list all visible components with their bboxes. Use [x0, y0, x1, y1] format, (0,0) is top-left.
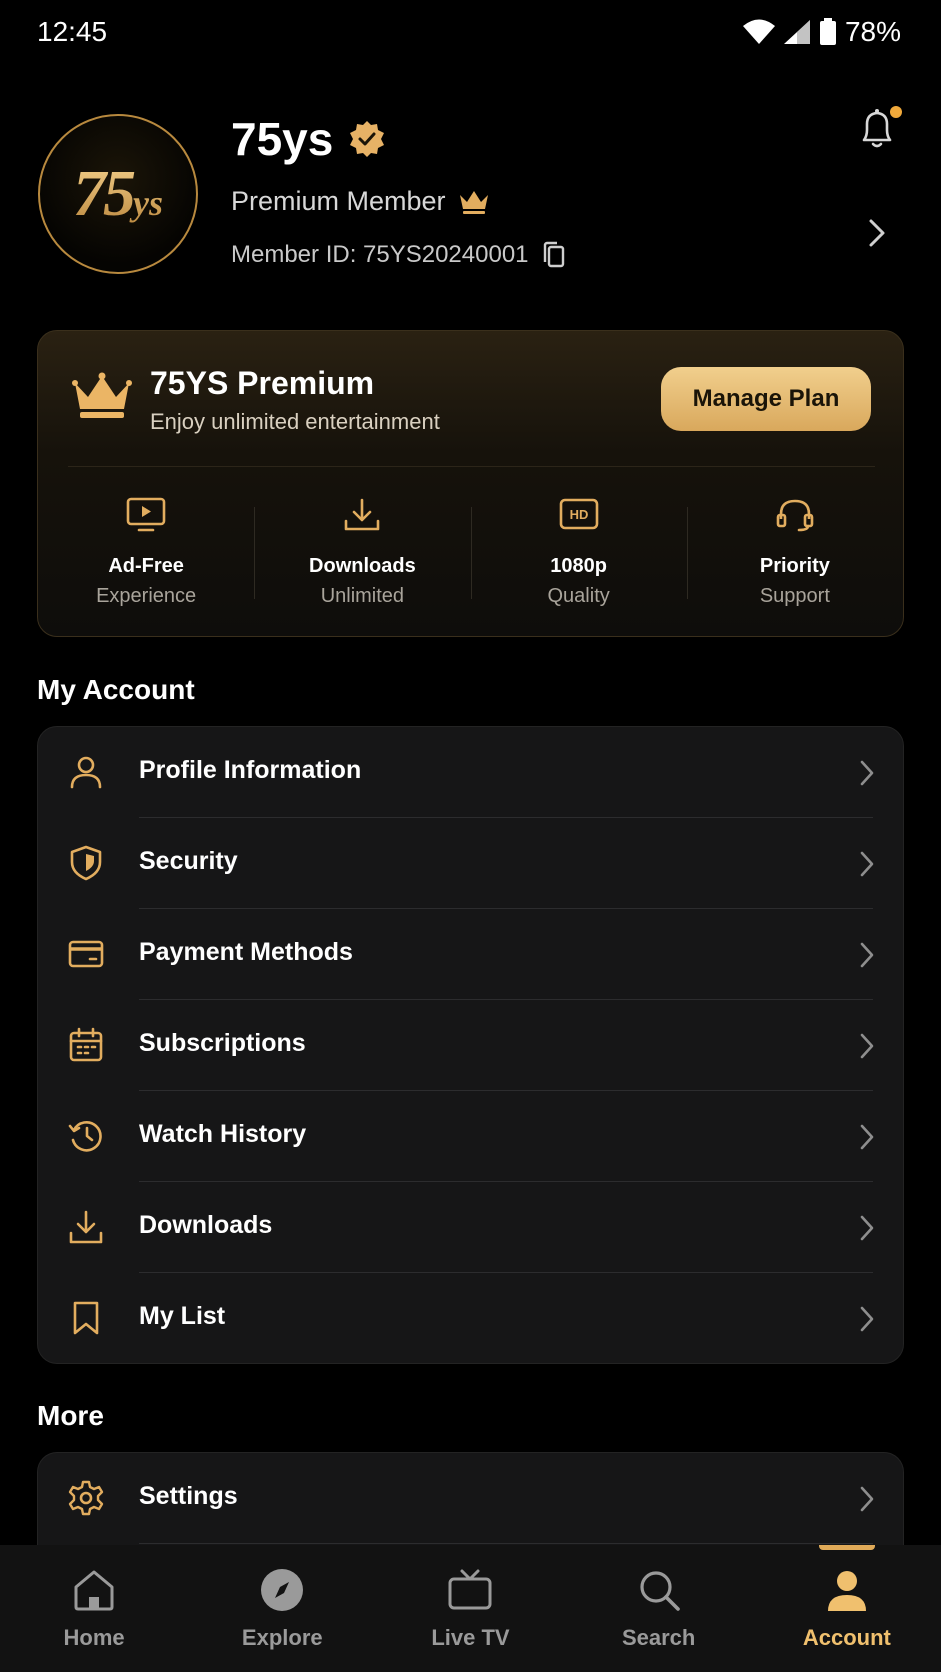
- menu-item-profile-information[interactable]: Profile Information: [38, 727, 903, 818]
- avatar-logo: 75ys: [73, 156, 163, 232]
- crown-icon: [72, 372, 132, 418]
- chevron-right-icon: [860, 760, 874, 786]
- menu-item-security[interactable]: Security: [38, 818, 903, 909]
- feature-subtitle: Unlimited: [320, 585, 405, 607]
- account-icon: [827, 1571, 866, 1611]
- verified-badge-icon: [350, 121, 385, 157]
- status-indicators: 78%: [742, 16, 901, 48]
- menu-item-label: Profile Information: [139, 756, 362, 784]
- avatar[interactable]: 75ys: [38, 114, 198, 274]
- feature-title: Priority: [759, 555, 830, 577]
- tv-play-icon: [126, 497, 166, 532]
- premium-card-header: 75YS Premium Enjoy unlimited entertainme…: [38, 331, 903, 466]
- menu-item-label: Subscriptions: [139, 1029, 306, 1057]
- menu-item-label: Payment Methods: [139, 938, 353, 966]
- hd-badge-text: HD: [569, 507, 588, 522]
- section-title-more: More: [37, 1400, 104, 1431]
- avatar-text-small: ys: [133, 183, 163, 223]
- chevron-right-icon: [860, 851, 874, 877]
- nav-live-tv[interactable]: Live TV: [376, 1545, 564, 1672]
- menu-item-label: Watch History: [139, 1120, 307, 1148]
- menu-item-watch-history[interactable]: Watch History: [38, 1091, 903, 1182]
- chevron-right-icon: [860, 1486, 874, 1512]
- signal-icon: [783, 20, 810, 44]
- status-bar: 12:45 78%: [0, 0, 941, 70]
- search-icon: [640, 1571, 680, 1611]
- menu-item-settings[interactable]: Settings: [38, 1453, 903, 1544]
- member-tier: Premium Member: [231, 186, 446, 216]
- premium-title: 75YS Premium: [150, 365, 375, 401]
- profile-name-row: 75ys: [231, 112, 387, 166]
- chevron-right-icon: [860, 942, 874, 968]
- menu-item-downloads[interactable]: Downloads: [38, 1182, 903, 1273]
- bottom-navigation: Home Explore Live TV Search Account: [0, 1545, 941, 1672]
- member-id: Member ID: 75YS20240001: [231, 241, 529, 268]
- nav-label: Explore: [241, 1625, 323, 1650]
- chevron-right-icon[interactable]: [868, 218, 886, 248]
- feature-subtitle: Experience: [96, 585, 197, 607]
- avatar-text: 75: [73, 157, 133, 230]
- member-id-row: Member ID: 75YS20240001: [231, 241, 567, 269]
- gear-icon: [68, 1480, 104, 1516]
- notification-bell-icon[interactable]: [856, 106, 902, 154]
- download-icon: [69, 1210, 103, 1244]
- chevron-right-icon: [860, 1215, 874, 1241]
- status-time: 12:45: [37, 16, 108, 47]
- wifi-icon: [742, 19, 775, 44]
- hd-icon: HD: [559, 498, 598, 530]
- nav-label: Home: [63, 1625, 125, 1650]
- member-tier-row: Premium Member: [231, 186, 490, 217]
- feature-title: Ad-Free: [108, 555, 184, 577]
- history-icon: [68, 1121, 102, 1152]
- nav-label: Account: [802, 1625, 891, 1650]
- download-icon: [345, 498, 380, 531]
- menu-item-label: My List: [139, 1302, 226, 1330]
- feature-subtitle: Quality: [547, 585, 610, 607]
- compass-icon: [261, 1569, 304, 1611]
- premium-card: 75YS Premium Enjoy unlimited entertainme…: [37, 330, 904, 637]
- profile-name: 75ys: [231, 113, 334, 165]
- section-title-my-account: My Account: [37, 674, 195, 705]
- bookmark-icon: [73, 1301, 99, 1335]
- headset-icon: [776, 499, 814, 532]
- copy-icon[interactable]: [541, 241, 567, 269]
- feature-ad-free: Ad-Free Experience: [38, 467, 254, 636]
- premium-features: Ad-Free Experience Downloads Unlimited H…: [38, 467, 903, 636]
- divider: [139, 1543, 873, 1544]
- feature-title: Downloads: [309, 555, 416, 577]
- menu-item-my-list[interactable]: My List: [38, 1273, 903, 1363]
- battery-percent: 78%: [844, 16, 901, 47]
- nav-label: Search: [621, 1625, 696, 1650]
- menu-item-subscriptions[interactable]: Subscriptions: [38, 1000, 903, 1091]
- my-account-menu: Profile Information Security Payment Met…: [37, 726, 904, 1364]
- menu-item-label: Security: [139, 847, 238, 875]
- home-icon: [74, 1570, 114, 1611]
- chevron-right-icon: [860, 1306, 874, 1332]
- feature-hd-quality: HD 1080p Quality: [470, 467, 687, 636]
- menu-item-payment-methods[interactable]: Payment Methods: [38, 909, 903, 1000]
- battery-icon: [819, 18, 836, 45]
- tv-icon: [448, 1569, 492, 1610]
- shield-icon: [70, 845, 102, 881]
- nav-home[interactable]: Home: [0, 1545, 188, 1672]
- menu-item-label: Downloads: [139, 1211, 273, 1239]
- crown-icon: [459, 190, 488, 214]
- chevron-right-icon: [860, 1124, 874, 1150]
- chevron-right-icon: [860, 1033, 874, 1059]
- calendar-icon: [69, 1027, 103, 1062]
- credit-card-icon: [68, 940, 104, 968]
- nav-account[interactable]: Account: [753, 1545, 941, 1672]
- premium-subtitle: Enjoy unlimited entertainment: [150, 409, 440, 434]
- feature-title: 1080p: [550, 555, 607, 577]
- manage-plan-button[interactable]: Manage Plan: [661, 367, 871, 431]
- feature-subtitle: Support: [759, 585, 830, 607]
- nav-label: Live TV: [431, 1625, 510, 1650]
- feature-downloads: Downloads Unlimited: [254, 467, 470, 636]
- user-icon: [70, 756, 102, 789]
- feature-priority-support: Priority Support: [686, 467, 903, 636]
- nav-search[interactable]: Search: [565, 1545, 753, 1672]
- nav-explore[interactable]: Explore: [188, 1545, 376, 1672]
- active-tab-indicator: [818, 1545, 875, 1550]
- menu-item-label: Settings: [139, 1482, 238, 1510]
